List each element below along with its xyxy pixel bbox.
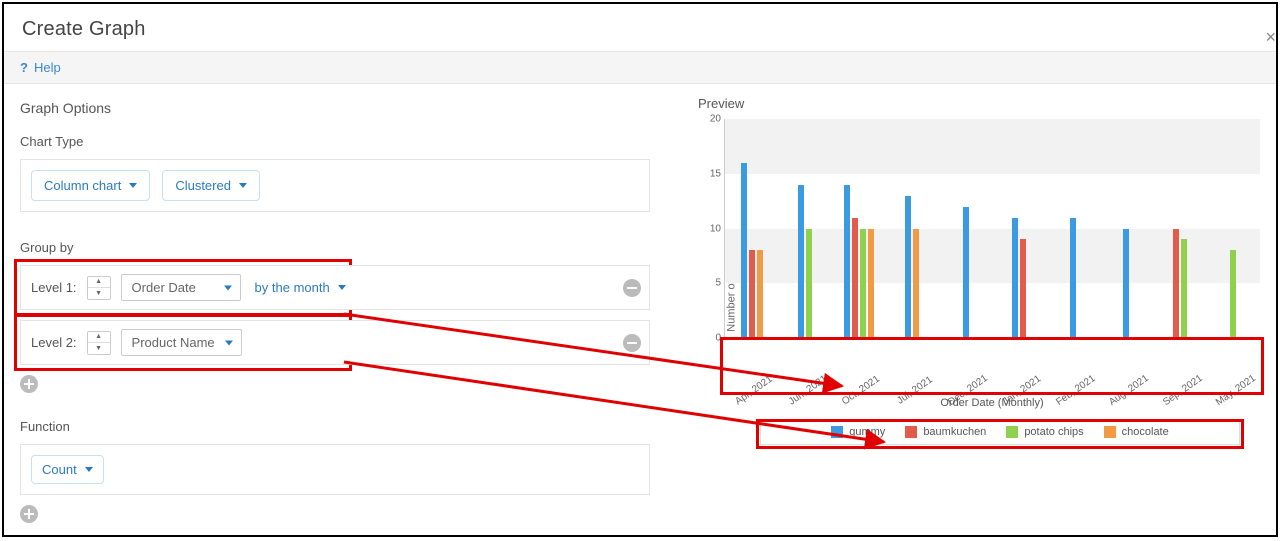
chart-category xyxy=(1046,119,1100,338)
level-order-stepper[interactable]: ▲ ▼ xyxy=(87,331,111,355)
chart-y-tick: 10 xyxy=(705,223,721,234)
chart-type-select[interactable]: Column chart xyxy=(31,170,150,201)
chart-mode-value: Clustered xyxy=(175,178,231,193)
chart-bar xyxy=(963,207,969,338)
chart-bar xyxy=(844,185,850,338)
legend-label: chocolate xyxy=(1122,426,1169,438)
graph-options-heading: Graph Options xyxy=(20,100,650,116)
chart-category xyxy=(886,119,940,338)
chart-bar xyxy=(798,185,804,338)
chevron-down-icon xyxy=(224,285,232,290)
chart-x-labels: Apr, 2021Jun, 2021Oct, 2021Jul, 2021Dec,… xyxy=(724,380,1260,391)
chart-category xyxy=(1100,119,1154,338)
stepper-down-icon[interactable]: ▼ xyxy=(88,288,110,299)
legend-label: baumkuchen xyxy=(923,426,986,438)
add-function-button[interactable] xyxy=(20,505,38,523)
function-box: Count xyxy=(20,444,650,495)
chart-bar xyxy=(741,163,747,338)
stepper-down-icon[interactable]: ▼ xyxy=(88,343,110,354)
legend-item: baumkuchen xyxy=(905,426,986,438)
group-level-row: Level 1: ▲ ▼ Order Date by the month xyxy=(20,265,650,310)
function-select[interactable]: Count xyxy=(31,455,104,484)
chevron-down-icon xyxy=(338,285,346,290)
preview-heading: Preview xyxy=(698,96,1260,111)
group-level-row: Level 2: ▲ ▼ Product Name xyxy=(20,320,650,365)
legend-swatch xyxy=(1006,426,1018,438)
chart-category xyxy=(1207,119,1261,338)
chart-category xyxy=(939,119,993,338)
chart-bar xyxy=(1123,229,1129,339)
level-field-value: Product Name xyxy=(132,335,215,350)
help-link[interactable]: ? Help xyxy=(4,51,1276,84)
level-granularity-select[interactable]: by the month xyxy=(251,275,350,300)
chart-bar xyxy=(1173,229,1179,339)
chevron-down-icon xyxy=(239,183,247,188)
chart-bar xyxy=(860,229,866,339)
legend-label: gummy xyxy=(849,426,885,438)
legend-swatch xyxy=(1104,426,1116,438)
level-granularity-value: by the month xyxy=(255,280,330,295)
chevron-down-icon xyxy=(129,183,137,188)
help-label: Help xyxy=(34,60,61,75)
chart-type-heading: Chart Type xyxy=(20,134,650,149)
chart-bar xyxy=(749,250,755,338)
legend-label: potato chips xyxy=(1024,426,1083,438)
level-field-select[interactable]: Product Name xyxy=(121,329,242,356)
chart-category xyxy=(1153,119,1207,338)
chart-type-value: Column chart xyxy=(44,178,121,193)
chart-category xyxy=(832,119,886,338)
dialog-title: Create Graph xyxy=(4,4,1276,51)
chart-plot-area: 05101520 xyxy=(724,119,1260,339)
chart-bar xyxy=(1181,239,1187,338)
group-by-heading: Group by xyxy=(20,240,650,255)
close-icon[interactable]: × xyxy=(1265,28,1276,46)
chart-bar xyxy=(757,250,763,338)
level-field-value: Order Date xyxy=(132,280,196,295)
remove-level-button[interactable] xyxy=(623,334,641,352)
help-icon: ? xyxy=(20,60,28,75)
level-label: Level 1: xyxy=(31,280,77,295)
chart-category xyxy=(779,119,833,338)
chart-legend: gummy baumkuchen potato chips chocolate xyxy=(760,419,1240,445)
chevron-down-icon xyxy=(85,467,93,472)
legend-item: gummy xyxy=(831,426,885,438)
chart-bar xyxy=(1070,218,1076,338)
chart-bar xyxy=(806,229,812,339)
level-label: Level 2: xyxy=(31,335,77,350)
chart-bar xyxy=(1230,250,1236,338)
legend-swatch xyxy=(831,426,843,438)
chart-bar xyxy=(852,218,858,338)
chart-bar xyxy=(868,229,874,339)
chart-y-tick: 15 xyxy=(705,168,721,179)
chart-y-tick: 0 xyxy=(705,333,721,344)
level-order-stepper[interactable]: ▲ ▼ xyxy=(87,276,111,300)
legend-item: potato chips xyxy=(1006,426,1083,438)
chart-y-tick: 5 xyxy=(705,278,721,289)
legend-item: chocolate xyxy=(1104,426,1169,438)
chart-x-axis-label: Order Date (Monthly) xyxy=(724,397,1260,409)
remove-level-button[interactable] xyxy=(623,279,641,297)
function-value: Count xyxy=(42,462,77,477)
stepper-up-icon[interactable]: ▲ xyxy=(88,332,110,344)
add-level-button[interactable] xyxy=(20,375,38,393)
chart-mode-select[interactable]: Clustered xyxy=(162,170,260,201)
level-field-select[interactable]: Order Date xyxy=(121,274,241,301)
legend-swatch xyxy=(905,426,917,438)
preview-chart: Number of Records 05101520 Apr, 2021Jun,… xyxy=(690,119,1260,449)
chart-type-box: Column chart Clustered xyxy=(20,159,650,212)
chart-bar xyxy=(1020,239,1026,338)
chart-bar xyxy=(905,196,911,338)
stepper-up-icon[interactable]: ▲ xyxy=(88,277,110,289)
chevron-down-icon xyxy=(225,340,233,345)
chart-bar xyxy=(1012,218,1018,338)
function-heading: Function xyxy=(20,419,650,434)
chart-category xyxy=(725,119,779,338)
chart-bar xyxy=(913,229,919,339)
chart-y-tick: 20 xyxy=(705,114,721,125)
chart-category xyxy=(993,119,1047,338)
